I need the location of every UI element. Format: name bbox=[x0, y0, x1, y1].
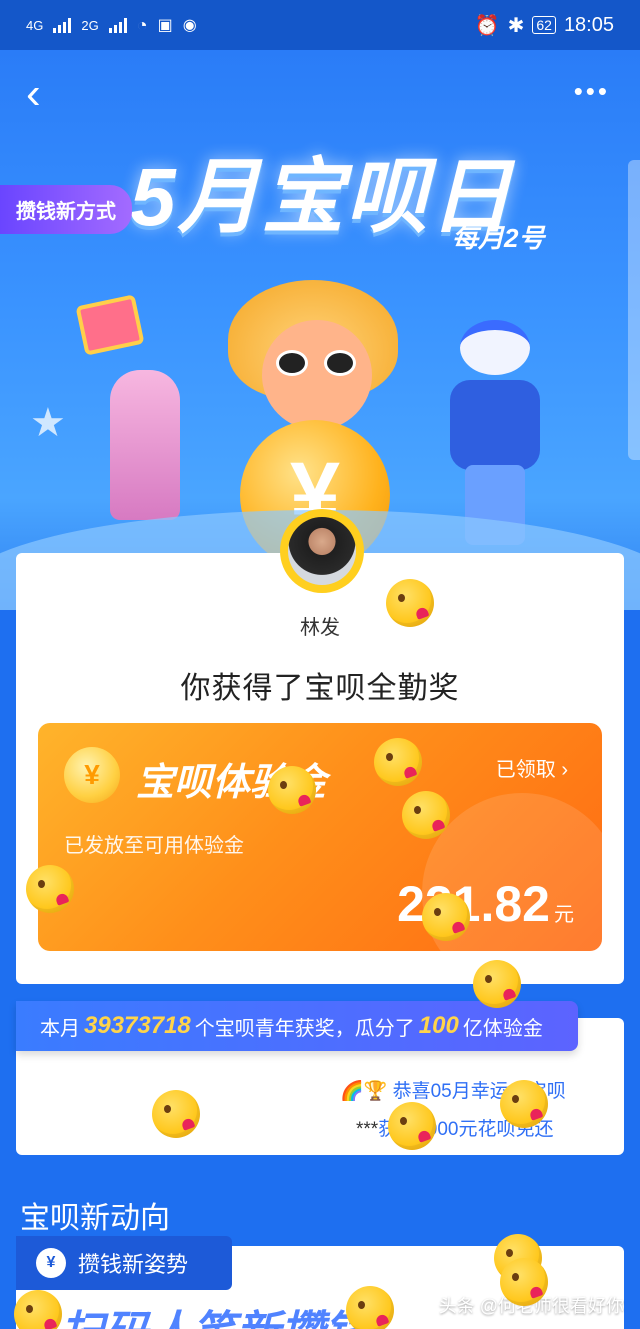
amount-unit: 元 bbox=[554, 904, 574, 926]
award-title: 你获得了宝呗全勤奖 bbox=[180, 672, 460, 705]
money-bag-icon: ¥ bbox=[36, 1248, 66, 1278]
app-notification-icon: ▣ bbox=[157, 17, 173, 34]
back-icon[interactable]: ‹ bbox=[26, 72, 52, 116]
kiss-emoji-icon bbox=[422, 893, 470, 941]
trends-teaser: 扫码人笔新攒钱 bbox=[60, 1296, 368, 1329]
pool-amount: 100 bbox=[418, 1012, 459, 1039]
stats-banner: 本月 39373718 个宝呗青年获奖，瓜分了 100 亿体验金 bbox=[16, 1001, 578, 1051]
kiss-emoji-icon bbox=[268, 766, 316, 814]
stats-prefix: 本月 bbox=[40, 1017, 80, 1040]
avatar-frame[interactable] bbox=[280, 509, 364, 593]
kiss-emoji-icon bbox=[386, 579, 434, 627]
kiss-emoji-icon bbox=[500, 1080, 548, 1128]
illustration-cap bbox=[460, 320, 530, 375]
kiss-emoji-icon bbox=[346, 1286, 394, 1329]
more-icon[interactable]: ••• bbox=[574, 78, 610, 104]
status-bar: 4G 2G ◔ ▣ ◉ ⏰ ✱ 62 18:05 bbox=[0, 0, 640, 50]
kiss-emoji-icon bbox=[402, 791, 450, 839]
award-card: 林发 你获得了宝呗全勤奖 ¥ 宝呗体验金 已领取 › 已发放至可用体验金 221… bbox=[16, 509, 624, 984]
avatar bbox=[288, 517, 356, 585]
sunglasses-icon bbox=[276, 350, 356, 376]
status-left: 4G 2G ◔ ▣ ◉ bbox=[26, 15, 197, 36]
wechat-icon: ◉ bbox=[182, 17, 197, 34]
amount-value: 221.82 bbox=[397, 876, 550, 932]
kiss-emoji-icon bbox=[26, 865, 74, 913]
promo-badge[interactable]: 攒钱新方式 bbox=[0, 185, 132, 234]
time-label: 18:05 bbox=[563, 13, 614, 36]
illustration-jacket bbox=[450, 380, 540, 470]
winner-count: 39373718 bbox=[84, 1012, 191, 1039]
scrollbar[interactable] bbox=[628, 160, 640, 460]
stats-middle: 个宝呗青年获奖，瓜分了 bbox=[194, 1017, 415, 1040]
kiss-emoji-icon bbox=[152, 1090, 200, 1138]
bluetooth-icon: ✱ bbox=[507, 14, 525, 37]
illustration-dress bbox=[110, 370, 180, 520]
gift-icon bbox=[75, 294, 145, 356]
experience-fund-desc: 已发放至可用体验金 bbox=[64, 835, 244, 857]
battery-icon: 62 bbox=[532, 16, 556, 34]
user-nickname: 林发 bbox=[300, 617, 340, 639]
masked-name: *** bbox=[356, 1119, 379, 1140]
status-right: ⏰ ✱ 62 18:05 bbox=[475, 13, 614, 38]
page-subtitle: 每月2号 bbox=[452, 223, 545, 253]
kiss-emoji-icon bbox=[500, 1258, 548, 1306]
experience-fund-card[interactable]: ¥ 宝呗体验金 已领取 › 已发放至可用体验金 221.82 元 bbox=[38, 723, 602, 951]
kiss-emoji-icon bbox=[374, 738, 422, 786]
yuan-coin-icon: ¥ bbox=[64, 747, 120, 803]
claimed-link[interactable]: 已领取 › bbox=[496, 753, 568, 782]
network2-label: 2G bbox=[81, 17, 99, 33]
winner-ticker-line1: 🌈🏆 恭喜05月幸运大宝呗 bbox=[340, 1081, 566, 1102]
signal2-icon bbox=[108, 17, 127, 33]
section-title: 宝呗新动向 bbox=[20, 1202, 170, 1235]
star-icon: ★ bbox=[30, 401, 66, 445]
signal-icon bbox=[53, 17, 72, 33]
kiss-emoji-icon bbox=[388, 1102, 436, 1150]
kiss-emoji-icon bbox=[473, 960, 521, 1008]
chevron-right-icon: › bbox=[561, 759, 568, 781]
claimed-label: 已领取 bbox=[495, 759, 556, 781]
alarm-icon: ⏰ bbox=[474, 14, 500, 37]
wifi-icon: ◔ bbox=[136, 14, 148, 35]
network-label: 4G bbox=[26, 17, 44, 33]
stats-suffix: 亿体验金 bbox=[462, 1017, 543, 1040]
illustration-girl bbox=[70, 280, 190, 530]
tab-label: 攒钱新姿势 bbox=[78, 1252, 189, 1277]
tab-save-money[interactable]: ¥ 攒钱新姿势 bbox=[16, 1236, 232, 1290]
